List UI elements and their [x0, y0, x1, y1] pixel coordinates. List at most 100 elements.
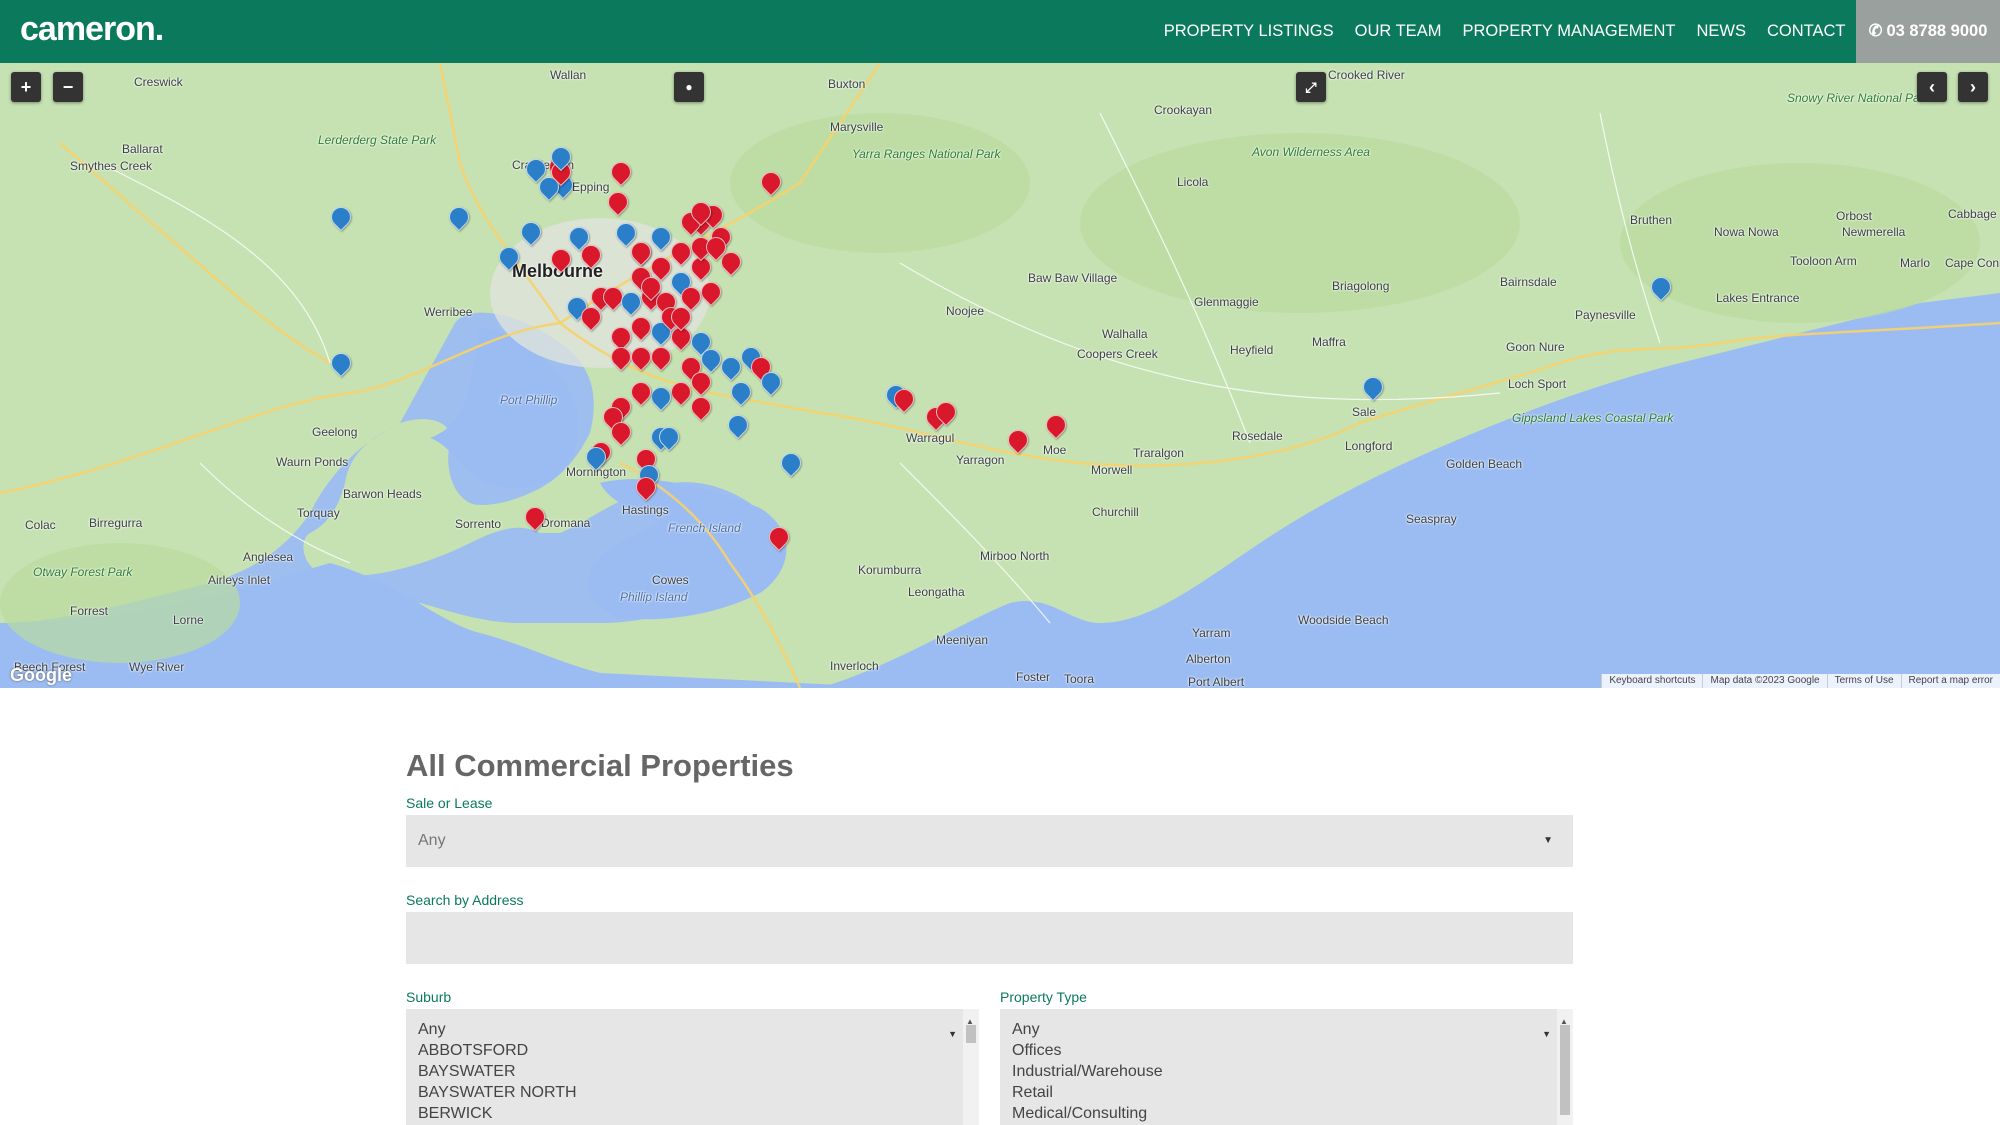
- map-label: Licola: [1177, 175, 1209, 189]
- map-label: Otway Forest Park: [33, 565, 133, 579]
- map-label: Birregurra: [89, 516, 143, 530]
- map-label: Alberton: [1186, 652, 1231, 666]
- address-label: Search by Address: [406, 892, 524, 908]
- phone-link[interactable]: ✆ 03 8788 9000: [1856, 0, 2000, 63]
- map-label: Wallan: [550, 68, 587, 82]
- map-label: Toora: [1064, 672, 1095, 686]
- map-attribution: Keyboard shortcuts Map data ©2023 Google…: [1601, 674, 2000, 688]
- property-type-option[interactable]: Medical/Consulting: [1012, 1103, 1573, 1124]
- map-label: Avon Wilderness Area: [1252, 145, 1370, 159]
- nav-contact[interactable]: CONTACT: [1756, 0, 1856, 63]
- map-label: Golden Beach: [1446, 457, 1523, 471]
- map-label: Goon Nure: [1506, 340, 1565, 354]
- map-label: Werribee: [424, 305, 473, 319]
- site-logo[interactable]: cameron.: [20, 10, 164, 49]
- phone-number: 03 8788 9000: [1886, 22, 1988, 40]
- map-label: Orbost: [1836, 209, 1873, 223]
- map-label: Sale: [1352, 405, 1377, 419]
- map-label: Creswick: [134, 75, 183, 89]
- map-type-button[interactable]: ●: [674, 72, 704, 102]
- property-type-option[interactable]: Any: [1012, 1019, 1573, 1040]
- map-label: Ballarat: [122, 142, 163, 156]
- map-label: Traralgon: [1133, 446, 1184, 460]
- map-label: Bruthen: [1630, 213, 1673, 227]
- map-label: Dromana: [541, 516, 591, 530]
- map-label: Forrest: [70, 604, 109, 618]
- globe-icon: ●: [685, 80, 693, 94]
- map-forest-4: [0, 543, 240, 663]
- suburb-option[interactable]: ABBOTSFORD: [418, 1040, 979, 1061]
- keyboard-shortcuts-link[interactable]: Keyboard shortcuts: [1601, 674, 1702, 688]
- suburb-option[interactable]: BAYSWATER: [418, 1061, 979, 1082]
- zoom-in-button[interactable]: +: [11, 72, 41, 102]
- scroll-thumb[interactable]: [966, 1025, 976, 1043]
- map-label: Buxton: [828, 77, 866, 91]
- address-search-input[interactable]: [406, 912, 1573, 964]
- map-label: Tooloon Arm: [1790, 254, 1857, 268]
- map-label: Snowy River National Park: [1787, 91, 1930, 105]
- fullscreen-button[interactable]: ⤢: [1296, 72, 1326, 102]
- chevron-down-icon: ▼: [1542, 1029, 1551, 1039]
- property-map[interactable]: Creswick Wallan Buxton Crooked River Bal…: [0, 63, 2000, 688]
- map-label: Baw Baw Village: [1028, 271, 1118, 285]
- map-label: Geelong: [312, 425, 358, 439]
- scroll-thumb[interactable]: [1560, 1025, 1570, 1115]
- map-label: Phillip Island: [620, 590, 688, 604]
- map-label: Rosedale: [1232, 429, 1283, 443]
- map-label: Noojee: [946, 304, 985, 318]
- property-type-option[interactable]: Retail: [1012, 1082, 1573, 1103]
- terms-link[interactable]: Terms of Use: [1826, 674, 1901, 688]
- google-logo[interactable]: Google: [10, 665, 72, 686]
- map-label: Leongatha: [908, 585, 965, 599]
- map-label: Foster: [1016, 670, 1051, 684]
- nav-property-management[interactable]: PROPERTY MANAGEMENT: [1452, 0, 1686, 63]
- property-type-option[interactable]: Industrial/Warehouse: [1012, 1061, 1573, 1082]
- map-label: Maffra: [1312, 335, 1346, 349]
- map-label: Longford: [1345, 439, 1393, 453]
- chevron-down-icon: ▼: [948, 1029, 957, 1039]
- property-type-option[interactable]: Offices: [1012, 1040, 1573, 1061]
- map-label: Bairnsdale: [1500, 275, 1557, 289]
- nav-news[interactable]: NEWS: [1686, 0, 1757, 63]
- map-label: Churchill: [1092, 505, 1139, 519]
- map-label: Meeniyan: [936, 633, 989, 647]
- report-error-link[interactable]: Report a map error: [1900, 674, 2000, 688]
- map-label: Walhalla: [1102, 327, 1148, 341]
- zoom-out-button[interactable]: −: [53, 72, 83, 102]
- suburb-scrollbar[interactable]: ▲: [963, 1009, 979, 1125]
- map-label: Warragul: [906, 431, 955, 445]
- suburb-option[interactable]: BERWICK: [418, 1103, 979, 1124]
- page-title: All Commercial Properties: [406, 748, 794, 783]
- map-label: Torquay: [297, 506, 340, 520]
- map-prev-button[interactable]: ‹: [1917, 72, 1947, 102]
- map-label: Lakes Entrance: [1716, 291, 1800, 305]
- map-label: Crooked River: [1328, 68, 1405, 82]
- suburb-multiselect[interactable]: Any ABBOTSFORD BAYSWATER BAYSWATER NORTH…: [406, 1009, 979, 1125]
- map-label: Coopers Creek: [1077, 347, 1158, 361]
- map-label: Woodside Beach: [1298, 613, 1389, 627]
- nav-our-team[interactable]: OUR TEAM: [1344, 0, 1452, 63]
- map-label: Wye River: [129, 660, 185, 674]
- property-type-scrollbar[interactable]: ▲: [1557, 1009, 1573, 1125]
- map-water-east-ocean: [820, 293, 2000, 688]
- map-label: Newmerella: [1842, 225, 1906, 239]
- map-label: Hastings: [622, 503, 669, 517]
- nav-property-listings[interactable]: PROPERTY LISTINGS: [1153, 0, 1344, 63]
- map-label: Cowes: [652, 573, 689, 587]
- main-nav: PROPERTY LISTINGS OUR TEAM PROPERTY MANA…: [1153, 0, 2000, 63]
- map-label: Heyfield: [1230, 343, 1274, 357]
- map-data-text: Map data ©2023 Google: [1702, 674, 1826, 688]
- sale-lease-select[interactable]: Any ▼: [406, 815, 1573, 867]
- map-label: Loch Sport: [1508, 377, 1567, 391]
- map-label: Cape Conran: [1945, 256, 2000, 270]
- map-label: Mirboo North: [980, 549, 1050, 563]
- map-next-button[interactable]: ›: [1958, 72, 1988, 102]
- map-label: Moe: [1043, 443, 1067, 457]
- suburb-option[interactable]: Any: [418, 1019, 979, 1040]
- map-label: Glenmaggie: [1194, 295, 1259, 309]
- map-label: Nowa Nowa: [1714, 225, 1779, 239]
- property-type-label: Property Type: [1000, 989, 1087, 1005]
- suburb-option[interactable]: BAYSWATER NORTH: [418, 1082, 979, 1103]
- property-type-multiselect[interactable]: Any Offices Industrial/Warehouse Retail …: [1000, 1009, 1573, 1125]
- map-label: Yarra Ranges National Park: [852, 147, 1001, 161]
